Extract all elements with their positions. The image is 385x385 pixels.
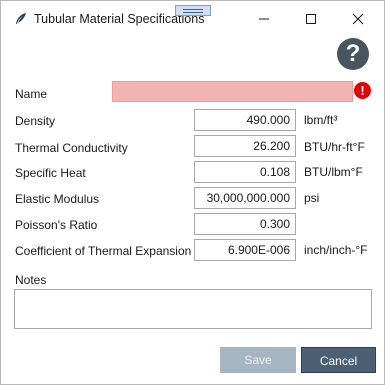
- specific-heat-unit: BTU/lbm°F: [304, 165, 363, 179]
- close-icon[interactable]: [347, 9, 369, 29]
- dialog-window: Tubular Material Specifications ? Name !…: [0, 0, 385, 385]
- name-field[interactable]: [112, 81, 353, 102]
- poissons-ratio-label: Poisson's Ratio: [15, 218, 98, 232]
- elastic-modulus-unit: psi: [304, 191, 320, 205]
- question-icon[interactable]: ?: [337, 38, 369, 70]
- thermal-conductivity-field[interactable]: 26.200: [194, 135, 296, 157]
- specific-heat-label: Specific Heat: [15, 166, 86, 180]
- density-unit: lbm/ft³: [304, 113, 338, 127]
- thermal-expansion-label: Coefficient of Thermal Expansion: [15, 244, 192, 258]
- elastic-modulus-label: Elastic Modulus: [15, 192, 100, 206]
- thermal-expansion-unit: inch/inch-°F: [304, 243, 368, 257]
- specific-heat-field[interactable]: 0.108: [194, 161, 296, 183]
- thermal-expansion-field[interactable]: 6.900E-006: [194, 239, 296, 261]
- density-label: Density: [15, 114, 56, 128]
- save-button[interactable]: Save: [220, 347, 296, 373]
- thermal-conductivity-label: Thermal Conductivity: [15, 141, 128, 155]
- cancel-button[interactable]: Cancel: [301, 347, 376, 373]
- name-label: Name: [15, 87, 48, 101]
- thermal-conductivity-unit: BTU/hr-ft°F: [304, 140, 365, 154]
- notes-label: Notes: [15, 273, 47, 287]
- minimize-icon[interactable]: [253, 9, 275, 29]
- title-bar[interactable]: Tubular Material Specifications: [1, 1, 384, 35]
- elastic-modulus-field[interactable]: 30,000,000.000: [194, 187, 296, 209]
- poissons-ratio-field[interactable]: 0.300: [194, 213, 296, 235]
- notes-textarea[interactable]: [14, 289, 372, 329]
- maximize-icon[interactable]: [300, 9, 322, 29]
- feather-icon: [16, 13, 26, 24]
- density-field[interactable]: 490.000: [194, 109, 296, 131]
- exclamation-icon: !: [354, 82, 371, 99]
- drag-handle[interactable]: [175, 5, 211, 16]
